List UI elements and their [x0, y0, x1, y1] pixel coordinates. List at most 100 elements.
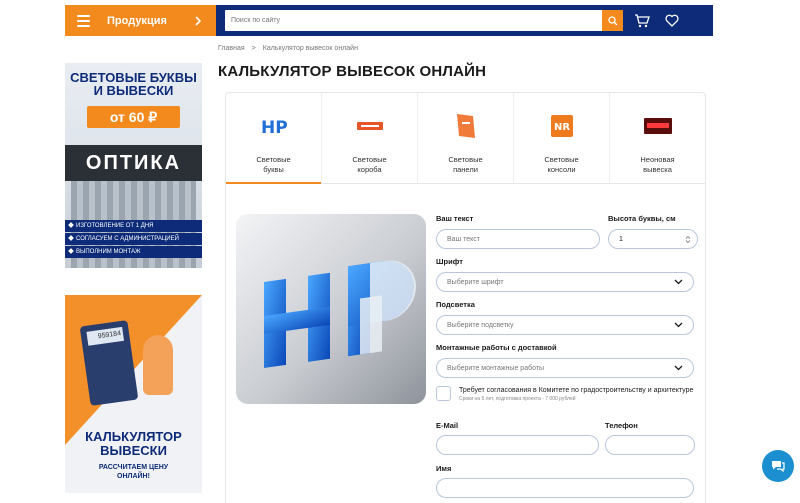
- font-label: Шрифт: [436, 257, 463, 266]
- tab-neon-sign[interactable]: Неоновая вывеска: [610, 93, 705, 183]
- chevron-down-icon: [674, 365, 683, 371]
- name-label: Имя: [436, 464, 452, 473]
- breadcrumb-home-link[interactable]: Главная: [218, 45, 245, 52]
- text-label: Ваш текст: [436, 214, 474, 223]
- install-label: Монтажные работы с доставкой: [436, 343, 557, 352]
- tab-light-boxes[interactable]: Световые короба: [322, 93, 418, 183]
- breadcrumb-separator: >: [251, 45, 256, 52]
- banner-subtitle: РАССЧИТАЕМ ЦЕНУ ОНЛАЙН!: [65, 463, 202, 481]
- cart-button[interactable]: [631, 10, 653, 32]
- tab-label-line: короба: [357, 165, 382, 174]
- banner-title: СВЕТОВЫЕ БУКВЫ И ВЫВЕСКИ: [65, 71, 202, 97]
- font-select[interactable]: Выберите шрифт: [436, 272, 694, 292]
- product-tabs: HP Световые буквы Световые короба Световые…: [226, 93, 705, 184]
- banner-subtitle-line: РАССЧИТАЕМ ЦЕНУ: [98, 464, 169, 471]
- products-menu-label: Продукция: [107, 14, 167, 27]
- tab-label: Световые буквы: [239, 155, 309, 175]
- chat-icon: [772, 461, 785, 473]
- tab-label-line: консоли: [547, 165, 576, 174]
- chevron-down-icon: [674, 322, 683, 328]
- light-select-value: Выберите подсветку: [447, 321, 514, 329]
- tab-label: Световые панели: [431, 155, 501, 175]
- tab-label-line: Световые: [544, 155, 579, 164]
- light-console-icon: NR: [545, 111, 579, 141]
- banner-title-line: КАЛЬКУЛЯТОР: [85, 429, 182, 444]
- font-select-value: Выберите шрифт: [447, 278, 504, 286]
- heart-icon: [665, 14, 679, 27]
- email-field[interactable]: [436, 435, 599, 455]
- light-panel-icon: [449, 111, 483, 141]
- banner-bullet: ИЗГОТОВЛЕНИЕ ОТ 1 ДНЯ: [65, 220, 202, 232]
- person-illustration: [143, 335, 173, 395]
- calculator-screen: 959184: [86, 326, 125, 346]
- diamond-icon: [68, 248, 74, 255]
- banner-title-line: И ВЫВЕСКИ: [93, 83, 174, 98]
- search-icon: [607, 15, 617, 25]
- tab-label: Световые короба: [335, 155, 405, 175]
- products-menu-button[interactable]: Продукция: [65, 5, 216, 36]
- banner-title-line: ВЫВЕСКИ: [100, 443, 167, 458]
- light-select[interactable]: Выберите подсветку: [436, 315, 694, 335]
- name-field[interactable]: [436, 478, 694, 498]
- tab-label-line: Неоновая: [640, 155, 675, 164]
- search-bar: [225, 10, 623, 31]
- banner-bullet: СОГЛАСУЕМ С АДМИНИСТРАЦИЕЙ: [65, 233, 202, 245]
- chat-button[interactable]: [762, 450, 794, 482]
- approval-checkbox[interactable]: [436, 386, 451, 401]
- banner-sign-text: ОПТИКА: [65, 145, 202, 181]
- tab-light-letters[interactable]: HP Световые буквы: [226, 93, 322, 184]
- install-select-value: Выберите монтажные работы: [447, 364, 545, 372]
- light-label: Подсветка: [436, 300, 475, 309]
- tab-label-line: буквы: [263, 165, 284, 174]
- height-label: Высота буквы, см: [608, 214, 676, 223]
- breadcrumb-current: Калькулятор вывесок онлайн: [262, 45, 358, 52]
- page: Продукция СВЕТОВЫЕ БУКВЫ И ВЫВЕСКИ: [0, 0, 800, 503]
- tab-light-consoles[interactable]: NR Световые консоли: [514, 93, 610, 183]
- approval-text: Требует согласования в Комитете по градо…: [459, 387, 694, 394]
- sign-preview-image: HP: [236, 214, 426, 404]
- banner-subtitle-line: ОНЛАЙН!: [117, 473, 150, 480]
- height-input[interactable]: 1: [608, 229, 698, 249]
- tab-label: Световые консоли: [527, 155, 597, 175]
- stepper-icon[interactable]: [685, 235, 691, 244]
- banner-bullet: ВЫПОЛНИМ МОНТАЖ: [65, 246, 202, 258]
- diamond-icon: [68, 222, 74, 229]
- tab-label: Неоновая вывеска: [623, 155, 693, 175]
- approval-note: Сроки на 5 лет, подготовка проекта - 7 0…: [459, 396, 576, 402]
- banner-price-badge: от 60 ₽: [87, 106, 180, 128]
- tab-label-line: Световые: [352, 155, 387, 164]
- calculator-card: HP Световые буквы Световые короба Световые…: [225, 92, 706, 503]
- banner-bullet-list: ИЗГОТОВЛЕНИЕ ОТ 1 ДНЯ СОГЛАСУЕМ С АДМИНИ…: [65, 220, 202, 259]
- promo-banner-light-letters[interactable]: СВЕТОВЫЕ БУКВЫ И ВЫВЕСКИ от 60 ₽ ОПТИКА …: [65, 63, 202, 268]
- promo-banner-calculator[interactable]: 959184 КАЛЬКУЛЯТОР ВЫВЕСКИ РАССЧИТАЕМ ЦЕ…: [65, 295, 202, 493]
- diamond-icon: [68, 235, 74, 242]
- navbar: [216, 5, 713, 36]
- email-label: E-Mail: [436, 421, 459, 430]
- page-title: КАЛЬКУЛЯТОР ВЫВЕСОК ОНЛАЙН: [218, 63, 487, 80]
- tab-label-line: панели: [453, 165, 478, 174]
- svg-text:HP: HP: [261, 118, 288, 137]
- cart-icon: [635, 13, 650, 27]
- tab-light-panels[interactable]: Световые панели: [418, 93, 514, 183]
- tab-label-line: Световые: [448, 155, 483, 164]
- banner-title: КАЛЬКУЛЯТОР ВЫВЕСКИ: [65, 430, 202, 458]
- install-select[interactable]: Выберите монтажные работы: [436, 358, 694, 378]
- search-input[interactable]: [225, 10, 602, 31]
- breadcrumb: Главная > Калькулятор вывесок онлайн: [218, 45, 358, 52]
- tab-label-line: вывеска: [643, 165, 672, 174]
- text-input[interactable]: Ваш текст: [436, 229, 600, 249]
- height-value: 1: [619, 235, 623, 243]
- neon-sign-icon: [641, 111, 675, 141]
- favorites-button[interactable]: [661, 10, 683, 32]
- chevron-down-icon: [674, 279, 683, 285]
- phone-label: Телефон: [605, 421, 638, 430]
- svg-text:NR: NR: [554, 122, 570, 133]
- top-bar: Продукция: [65, 5, 713, 36]
- light-box-icon: [353, 111, 387, 141]
- search-button[interactable]: [602, 10, 623, 31]
- banner-bullet-text: СОГЛАСУЕМ С АДМИНИСТРАЦИЕЙ: [76, 236, 179, 242]
- banner-bullet-text: ВЫПОЛНИМ МОНТАЖ: [76, 249, 141, 255]
- phone-field[interactable]: [605, 435, 695, 455]
- light-letters-icon: HP: [257, 111, 291, 141]
- banner-bullet-text: ИЗГОТОВЛЕНИЕ ОТ 1 ДНЯ: [76, 223, 154, 229]
